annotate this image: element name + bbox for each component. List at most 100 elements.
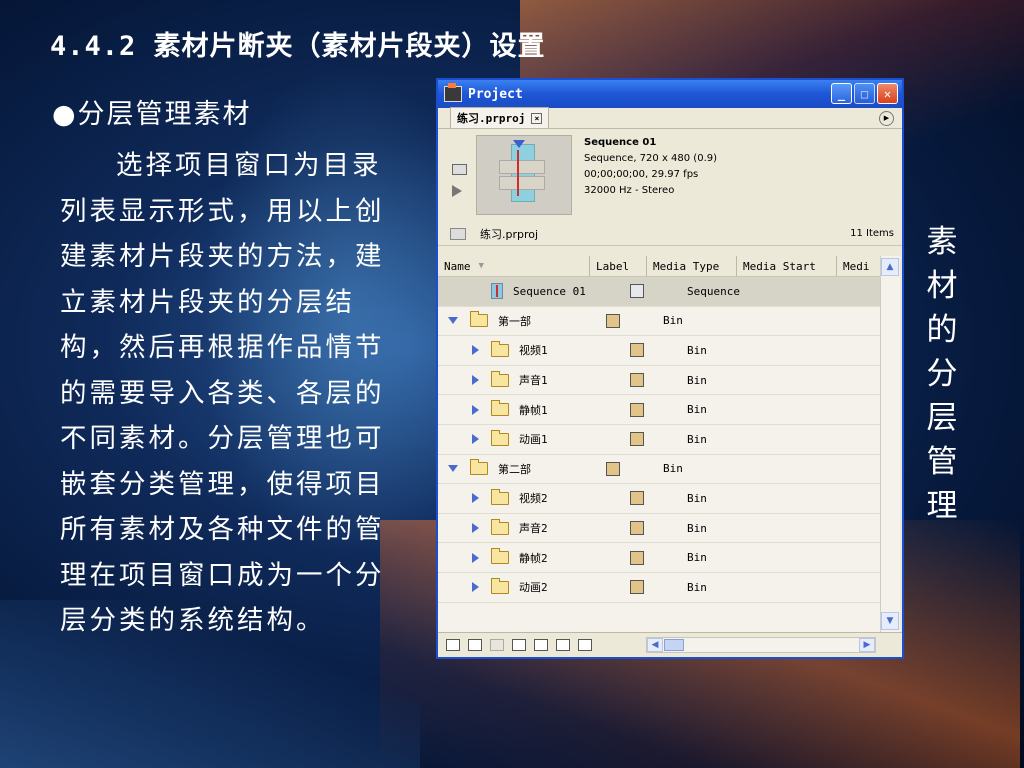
column-header-media-type[interactable]: Media Type [647,256,737,276]
collapsed-triangle-icon[interactable] [472,404,479,415]
collapsed-triangle-icon[interactable] [472,345,479,356]
maximize-button[interactable]: □ [854,83,875,104]
scroll-right-icon[interactable]: ▶ [859,638,875,652]
sequence-thumbnail [476,135,572,215]
label-color-swatch[interactable] [630,491,644,506]
expanded-triangle-icon[interactable] [448,317,458,325]
row-name: 视频1 [519,344,548,358]
row-label-cell [624,432,681,447]
clip-info: Sequence 01 Sequence, 720 x 480 (0.9) 00… [584,135,717,199]
row-name-cell: Sequence 01 [438,283,624,300]
label-color-swatch[interactable] [630,343,644,358]
side-vertical-caption: 素材的分层管理 [922,220,962,528]
folder-icon [491,400,509,417]
row-label-cell [600,313,657,328]
vertical-scrollbar[interactable]: ▲ ▼ [880,256,900,632]
row-name-cell: 声音2 [438,518,624,536]
folder-icon [470,311,488,328]
close-button[interactable]: ✕ [877,83,898,104]
poster-frame-camera-icon[interactable] [452,164,467,175]
icon-view-icon[interactable] [468,639,482,651]
sort-down-icon: ▼ [478,261,484,271]
side-caption-char: 层 [926,400,958,436]
column-header-name[interactable]: Name ▼ [438,256,590,276]
row-name-cell: 第二部 [438,459,600,477]
column-header-media-more[interactable]: Medi [837,256,880,276]
table-row[interactable]: Sequence 01 Sequence [438,277,880,307]
bullet-heading: ●分层管理素材 [52,99,252,130]
label-color-swatch[interactable] [630,580,644,595]
window-titlebar[interactable]: Project _ □ ✕ [438,80,902,108]
row-media-type: Bin [687,343,707,357]
table-row[interactable]: 视频2 Bin [438,484,880,514]
scroll-thumb[interactable] [664,639,684,651]
collapsed-triangle-icon[interactable] [472,552,479,563]
table-row[interactable]: 声音1 Bin [438,366,880,396]
table-row[interactable]: 静帧2 Bin [438,543,880,573]
row-media-type: Bin [687,491,707,505]
new-bin-icon[interactable] [534,639,548,651]
bin-path: 练习.prproj [480,228,539,241]
table-row[interactable]: 动画1 Bin [438,425,880,455]
horizontal-scrollbar[interactable]: ◀ ▶ [646,637,876,653]
clip-timecode: 00;00;00;00, 29.97 fps [584,169,699,180]
row-media-type: Sequence [687,284,740,298]
label-color-swatch[interactable] [606,461,620,476]
folder-icon [491,577,509,594]
window-title: Project [468,86,523,102]
tab-close-icon[interactable]: × [531,112,543,124]
bin-path-row: 练习.prproj 11 Items [438,223,902,246]
label-color-swatch[interactable] [630,521,644,536]
row-name: 第一部 [498,314,531,328]
collapsed-triangle-icon[interactable] [472,523,479,534]
side-caption-char: 管 [926,444,958,480]
automate-to-sequence-icon[interactable] [490,639,504,651]
scroll-up-icon[interactable]: ▲ [881,258,899,276]
parent-folder-icon[interactable] [450,228,466,240]
play-icon[interactable] [452,185,462,197]
project-rows: Sequence 01 Sequence 第一部 Bin 视频1 Bin 声音1 Bin 静帧1… [438,277,880,603]
collapsed-triangle-icon[interactable] [472,434,479,445]
label-color-swatch[interactable] [606,313,620,328]
folder-icon [491,340,509,357]
trash-icon[interactable] [578,639,592,651]
tab-project-file[interactable]: 练习.prproj × [450,107,550,128]
table-row[interactable]: 第一部 Bin [438,307,880,337]
row-label-cell [624,580,681,595]
row-name-cell: 动画2 [438,577,624,595]
collapsed-triangle-icon[interactable] [472,582,479,593]
row-name: 静帧2 [519,551,548,565]
column-header-row: Name ▼ Label Media Type Media Start Medi [438,256,880,277]
row-media-type: Bin [687,373,707,387]
row-label-cell [624,491,681,506]
label-color-swatch[interactable] [630,373,644,388]
table-row[interactable]: 视频1 Bin [438,336,880,366]
row-name: 静帧1 [519,403,548,417]
label-color-swatch[interactable] [630,284,644,299]
column-header-media-start[interactable]: Media Start [737,256,837,276]
row-name-cell: 视频1 [438,340,624,358]
collapsed-triangle-icon[interactable] [472,493,479,504]
table-row[interactable]: 静帧1 Bin [438,395,880,425]
panel-menu-icon[interactable]: ▶ [879,111,894,126]
label-color-swatch[interactable] [630,402,644,417]
panel-bottom-toolbar: ◀ ▶ [438,632,902,657]
row-media-type: Bin [663,462,683,476]
side-caption-char: 的 [926,312,958,348]
row-media-type: Bin [663,314,683,328]
table-row[interactable]: 声音2 Bin [438,514,880,544]
collapsed-triangle-icon[interactable] [472,375,479,386]
slide-title: 4.4.2 素材片断夹（素材片段夹）设置 [50,31,546,62]
find-icon[interactable] [512,639,526,651]
label-color-swatch[interactable] [630,550,644,565]
table-row[interactable]: 第二部 Bin [438,455,880,485]
table-row[interactable]: 动画2 Bin [438,573,880,603]
label-color-swatch[interactable] [630,432,644,447]
list-view-icon[interactable] [446,639,460,651]
column-header-label[interactable]: Label [590,256,647,276]
minimize-button[interactable]: _ [831,83,852,104]
scroll-down-icon[interactable]: ▼ [881,612,899,630]
new-item-icon[interactable] [556,639,570,651]
expanded-triangle-icon[interactable] [448,465,458,473]
scroll-left-icon[interactable]: ◀ [647,638,663,652]
